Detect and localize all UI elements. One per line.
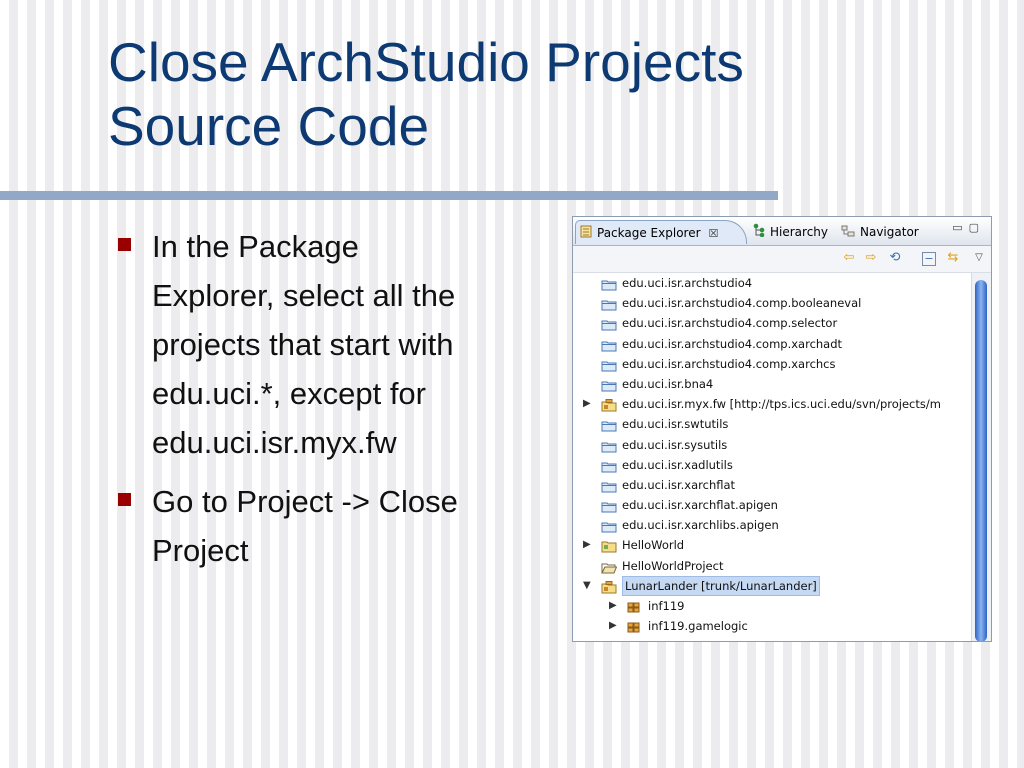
tree-row[interactable]: edu.uci.isr.xadlutils xyxy=(573,455,969,475)
minimize-icon[interactable]: ▭ xyxy=(952,221,968,234)
tree-row-label: edu.uci.isr.archstudio4.comp.booleaneval xyxy=(622,296,862,311)
java-project-icon xyxy=(601,539,617,553)
svn-project-icon xyxy=(601,580,617,594)
open-project-folder-icon xyxy=(601,560,618,574)
tree-row-label: inf119.gamelogic xyxy=(648,619,748,634)
tree-row[interactable]: ▶ inf119.gamelogic xyxy=(573,616,969,636)
link-with-editor-icon[interactable]: ⟲ xyxy=(887,250,903,266)
bullet-item: In the Package Explorer, select all the … xyxy=(118,222,558,467)
scrollbar-thumb[interactable] xyxy=(975,280,987,641)
expand-right-arrow-icon[interactable]: ▶ xyxy=(583,535,591,555)
tree-row[interactable]: edu.uci.isr.sysutils xyxy=(573,435,969,455)
back-arrow-icon[interactable]: ⇦ xyxy=(841,250,857,266)
package-explorer-panel: Package Explorer ☒ Hierarchy Navigator ▭▢… xyxy=(572,216,992,642)
view-toolbar: ⇦ ⇨ ⟲ − ⇆ ▽ xyxy=(573,246,991,273)
tree-row-label: inf119 xyxy=(648,599,685,613)
tree-row[interactable]: edu.uci.isr.archstudio4.comp.xarchcs xyxy=(573,354,969,374)
closed-project-folder-icon xyxy=(601,297,617,311)
closed-project-folder-icon xyxy=(601,439,617,452)
vertical-scrollbar[interactable] xyxy=(971,273,991,641)
tree-row-label: LunarLander [trunk/LunarLander] xyxy=(622,575,820,596)
bullet-square-icon xyxy=(118,238,131,251)
tree-row-label: edu.uci.isr.myx.fw [http://tps.ics.uci.e… xyxy=(622,397,941,412)
navigator-icon xyxy=(841,221,855,245)
collapse-all-icon[interactable]: − xyxy=(922,252,936,266)
closed-project-folder-icon xyxy=(601,338,617,352)
tab-navigator[interactable]: Navigator xyxy=(841,220,919,244)
tree-row[interactable]: ▶ inf119 xyxy=(573,596,969,616)
tree-row[interactable]: HelloWorldProject xyxy=(573,556,969,576)
slide-title: Close ArchStudio Projects Source Code xyxy=(108,30,744,158)
tree-row[interactable]: ▶ edu.uci.isr.myx.fw [http://tps.ics.uci.… xyxy=(573,394,969,414)
bullet-text: In the Package Explorer, select all the … xyxy=(152,229,456,460)
tree-row[interactable]: edu.uci.isr.xarchflat.apigen xyxy=(573,495,969,515)
tree-row[interactable]: edu.uci.isr.xarchlibs.apigen xyxy=(573,515,969,535)
tree-row-label: edu.uci.isr.xadlutils xyxy=(622,457,733,472)
view-window-buttons: ▭▢ xyxy=(952,221,985,234)
tree-row-label: HelloWorldProject xyxy=(622,558,724,573)
tree-row[interactable]: edu.uci.isr.archstudio4 xyxy=(573,273,969,293)
bullet-square-icon xyxy=(118,493,131,506)
tree-row[interactable]: edu.uci.isr.swtutils xyxy=(573,414,969,434)
closed-project-folder-icon xyxy=(601,499,617,513)
bullet-item: Go to Project -> Close Project xyxy=(118,477,558,575)
package-explorer-icon xyxy=(580,222,592,246)
view-tab-bar: Package Explorer ☒ Hierarchy Navigator ▭▢ xyxy=(573,217,991,246)
svn-project-icon xyxy=(601,398,617,412)
tab-navigator-label: Navigator xyxy=(860,225,919,239)
tab-package-explorer-label: Package Explorer xyxy=(597,226,701,240)
tree-row-label: edu.uci.isr.bna4 xyxy=(622,376,714,391)
tree-row-label: HelloWorld xyxy=(622,538,685,553)
expand-right-arrow-icon[interactable]: ▶ xyxy=(609,596,617,616)
tree-row[interactable]: edu.uci.isr.archstudio4.comp.selector xyxy=(573,313,969,333)
closed-project-folder-icon xyxy=(601,317,617,331)
tab-hierarchy-label: Hierarchy xyxy=(770,225,829,239)
tree-row-label: edu.uci.isr.xarchflat xyxy=(622,477,736,492)
closed-project-folder-icon xyxy=(601,277,617,291)
slide-title-line-2: Source Code xyxy=(108,95,430,157)
title-divider xyxy=(0,191,778,200)
bullet-text: Go to Project -> Close Project xyxy=(152,484,458,568)
bullet-list: In the Package Explorer, select all the … xyxy=(118,222,558,585)
tab-package-explorer[interactable]: Package Explorer ☒ xyxy=(575,220,747,244)
project-tree: edu.uci.isr.archstudio4 edu.uci.isr.archs… xyxy=(573,273,969,636)
tree-row-label: edu.uci.isr.sysutils xyxy=(622,437,728,452)
tree-row-label: edu.uci.isr.xarchlibs.apigen xyxy=(622,518,779,533)
closed-project-folder-icon xyxy=(601,378,617,392)
expand-right-arrow-icon[interactable]: ▶ xyxy=(583,394,591,414)
forward-arrow-icon[interactable]: ⇨ xyxy=(863,250,879,266)
closed-project-folder-icon xyxy=(601,358,617,372)
tree-row-label: edu.uci.isr.archstudio4.comp.selector xyxy=(622,316,838,331)
slide-title-line-1: Close ArchStudio Projects xyxy=(108,31,744,93)
tree-row[interactable]: ▶ HelloWorld xyxy=(573,535,969,555)
tree-row-label: edu.uci.isr.xarchflat.apigen xyxy=(622,498,778,513)
maximize-icon[interactable]: ▢ xyxy=(969,221,985,234)
closed-project-folder-icon xyxy=(601,519,617,533)
expand-right-arrow-icon[interactable]: ▶ xyxy=(609,616,617,636)
closed-project-folder-icon xyxy=(601,459,617,473)
sync-icon[interactable]: ⇆ xyxy=(945,250,961,266)
hierarchy-icon xyxy=(753,221,765,245)
tree-row[interactable]: edu.uci.isr.archstudio4.comp.xarchadt xyxy=(573,334,969,354)
expand-down-arrow-icon[interactable]: ▼ xyxy=(583,576,591,596)
tree-row-label: edu.uci.isr.archstudio4.comp.xarchadt xyxy=(622,336,843,351)
tree-row[interactable]: edu.uci.isr.xarchflat xyxy=(573,475,969,495)
closed-project-folder-icon xyxy=(601,418,617,432)
closed-project-folder-icon xyxy=(601,479,617,493)
tree-row-label: edu.uci.isr.archstudio4.comp.xarchcs xyxy=(622,356,836,371)
view-menu-icon[interactable]: ▽ xyxy=(971,250,987,266)
package-icon xyxy=(627,600,642,613)
tree-row[interactable]: edu.uci.isr.bna4 xyxy=(573,374,969,394)
tree-row-label: edu.uci.isr.archstudio4 xyxy=(622,276,753,290)
package-icon xyxy=(627,620,642,633)
tree-row[interactable]: edu.uci.isr.archstudio4.comp.booleaneval xyxy=(573,293,969,313)
tree-row[interactable]: ▼ LunarLander [trunk/LunarLander] xyxy=(573,575,969,596)
tab-hierarchy[interactable]: Hierarchy xyxy=(753,220,828,244)
close-tab-icon[interactable]: ☒ xyxy=(709,227,719,240)
tree-row-label: edu.uci.isr.swtutils xyxy=(622,417,729,432)
